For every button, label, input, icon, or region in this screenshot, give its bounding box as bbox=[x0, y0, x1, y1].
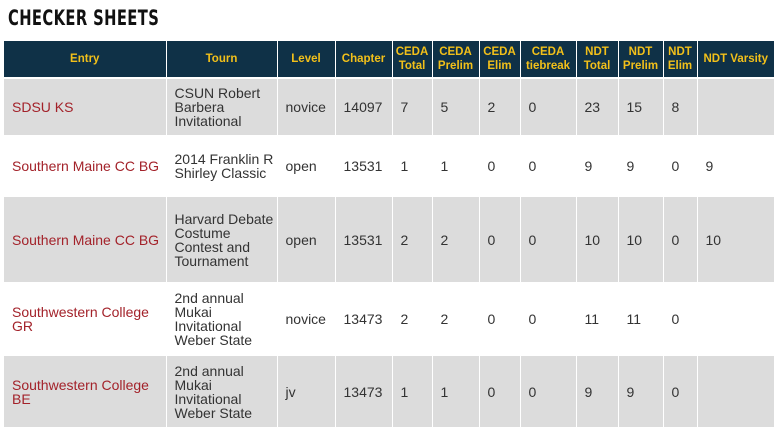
ndt-prelim-cell: 11 bbox=[618, 282, 664, 355]
ndt-elim-cell: 0 bbox=[663, 135, 698, 196]
ceda-prelim-cell: 5 bbox=[432, 77, 480, 136]
ceda-total-cell: 2 bbox=[392, 282, 433, 355]
table-row: Southwestern College BE 2nd annual Mukai… bbox=[4, 354, 774, 427]
ndt-elim-cell: 0 bbox=[663, 195, 698, 283]
level-cell: open bbox=[277, 135, 336, 196]
chapter-cell: 14097 bbox=[335, 77, 393, 136]
ndt-varsity-cell: 10 bbox=[697, 195, 774, 283]
tourn-cell: 2014 Franklin R Shirley Classic bbox=[166, 135, 278, 196]
col-header-ceda-prelim[interactable]: CEDA Prelim bbox=[432, 41, 480, 78]
ceda-total-cell: 1 bbox=[392, 354, 433, 427]
chapter-cell: 13473 bbox=[335, 282, 393, 355]
tourn-cell: 2nd annual Mukai Invitational Weber Stat… bbox=[166, 282, 278, 355]
col-header-ndt-elim[interactable]: NDT Elim bbox=[663, 41, 698, 78]
ceda-tiebreak-cell: 0 bbox=[520, 354, 577, 427]
col-header-chapter[interactable]: Chapter bbox=[335, 41, 393, 78]
col-header-ceda-total[interactable]: CEDA Total bbox=[392, 41, 433, 78]
level-cell: novice bbox=[277, 77, 336, 136]
ndt-elim-cell: 0 bbox=[663, 354, 698, 427]
chapter-cell: 13531 bbox=[335, 195, 393, 283]
ndt-varsity-cell: 9 bbox=[697, 135, 774, 196]
table-row: Southern Maine CC BG 2014 Franklin R Shi… bbox=[4, 135, 774, 196]
col-header-ceda-tiebreak[interactable]: CEDA tiebreak bbox=[520, 41, 577, 78]
ndt-prelim-cell: 9 bbox=[618, 354, 664, 427]
col-header-entry[interactable]: Entry bbox=[4, 41, 167, 78]
ceda-total-cell: 7 bbox=[392, 77, 433, 136]
ceda-elim-cell: 0 bbox=[479, 354, 521, 427]
table-row: Southern Maine CC BG Harvard Debate Cost… bbox=[4, 195, 774, 283]
ndt-elim-cell: 8 bbox=[663, 77, 698, 136]
ndt-elim-cell: 0 bbox=[663, 282, 698, 355]
col-header-ndt-varsity[interactable]: NDT Varsity bbox=[697, 41, 774, 78]
ndt-prelim-cell: 15 bbox=[618, 77, 664, 136]
ndt-total-cell: 9 bbox=[576, 354, 619, 427]
tourn-cell: Harvard Debate Costume Contest and Tourn… bbox=[166, 195, 278, 283]
ndt-prelim-cell: 9 bbox=[618, 135, 664, 196]
ceda-prelim-cell: 1 bbox=[432, 135, 480, 196]
ceda-prelim-cell: 2 bbox=[432, 195, 480, 283]
ndt-total-cell: 10 bbox=[576, 195, 619, 283]
ndt-total-cell: 9 bbox=[576, 135, 619, 196]
col-header-level[interactable]: Level bbox=[277, 41, 336, 78]
col-header-ndt-total[interactable]: NDT Total bbox=[576, 41, 619, 78]
chapter-cell: 13531 bbox=[335, 135, 393, 196]
checker-sheets-table: Entry Tourn Level Chapter CEDA Total CED… bbox=[4, 41, 774, 427]
entry-link[interactable]: Southwestern College BE bbox=[4, 354, 167, 427]
ceda-elim-cell: 0 bbox=[479, 135, 521, 196]
level-cell: open bbox=[277, 195, 336, 283]
ceda-total-cell: 1 bbox=[392, 135, 433, 196]
col-header-ceda-elim[interactable]: CEDA Elim bbox=[479, 41, 521, 78]
ceda-elim-cell: 0 bbox=[479, 282, 521, 355]
ndt-varsity-cell bbox=[697, 77, 774, 136]
col-header-tourn[interactable]: Tourn bbox=[166, 41, 278, 78]
ndt-varsity-cell bbox=[697, 354, 774, 427]
entry-link[interactable]: Southern Maine CC BG bbox=[4, 195, 167, 283]
ceda-prelim-cell: 1 bbox=[432, 354, 480, 427]
entry-link[interactable]: Southwestern College GR bbox=[4, 282, 167, 355]
entry-link[interactable]: SDSU KS bbox=[4, 77, 167, 136]
table-row: SDSU KS CSUN Robert Barbera Invitational… bbox=[4, 77, 774, 136]
ceda-tiebreak-cell: 0 bbox=[520, 135, 577, 196]
table-row: Southwestern College GR 2nd annual Mukai… bbox=[4, 282, 774, 355]
ceda-tiebreak-cell: 0 bbox=[520, 77, 577, 136]
ndt-varsity-cell bbox=[697, 282, 774, 355]
ndt-prelim-cell: 10 bbox=[618, 195, 664, 283]
ceda-total-cell: 2 bbox=[392, 195, 433, 283]
tourn-cell: CSUN Robert Barbera Invitational bbox=[166, 77, 278, 136]
ndt-total-cell: 11 bbox=[576, 282, 619, 355]
ceda-tiebreak-cell: 0 bbox=[520, 195, 577, 283]
ceda-prelim-cell: 2 bbox=[432, 282, 480, 355]
page-title: CHECKER SHEETS bbox=[8, 6, 160, 30]
tourn-cell: 2nd annual Mukai Invitational Weber Stat… bbox=[166, 354, 278, 427]
level-cell: novice bbox=[277, 282, 336, 355]
entry-link[interactable]: Southern Maine CC BG bbox=[4, 135, 167, 196]
ndt-total-cell: 23 bbox=[576, 77, 619, 136]
ceda-elim-cell: 0 bbox=[479, 195, 521, 283]
header-row: Entry Tourn Level Chapter CEDA Total CED… bbox=[4, 41, 774, 78]
level-cell: jv bbox=[277, 354, 336, 427]
ceda-tiebreak-cell: 0 bbox=[520, 282, 577, 355]
chapter-cell: 13473 bbox=[335, 354, 393, 427]
ceda-elim-cell: 2 bbox=[479, 77, 521, 136]
col-header-ndt-prelim[interactable]: NDT Prelim bbox=[618, 41, 664, 78]
